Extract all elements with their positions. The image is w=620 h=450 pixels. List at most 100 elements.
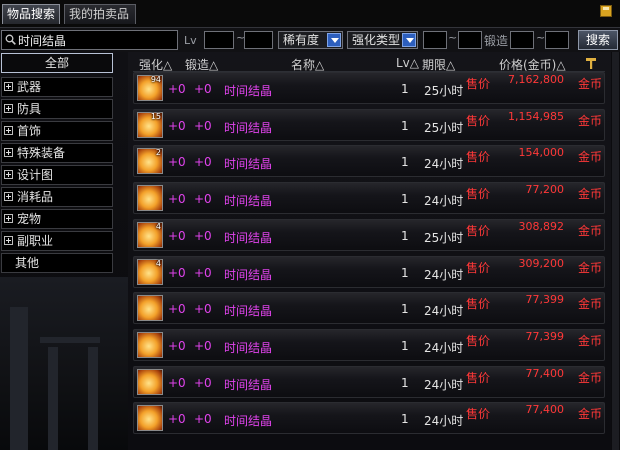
scroll-thumb[interactable] xyxy=(612,52,619,450)
category-consumable[interactable]: 消耗品 xyxy=(1,187,113,207)
table-row[interactable]: 4 +0 +0 时间结晶 1 25小时 售价 308,892 金币 xyxy=(133,218,605,251)
table-row[interactable]: 15 +0 +0 时间结晶 1 25小时 售价 1,154,985 金币 xyxy=(133,108,605,141)
category-label: 消耗品 xyxy=(17,190,54,204)
table-row[interactable]: 94 +0 +0 时间结晶 1 25小时 售价 7,162,800 金币 xyxy=(133,72,605,104)
table-row[interactable]: +0 +0 时间结晶 1 24小时 售价 77,200 金币 xyxy=(133,182,605,215)
enhance-value: +0 xyxy=(168,412,186,427)
time-crystal-icon[interactable]: 94 xyxy=(137,75,163,101)
column-name[interactable]: 名称△ xyxy=(291,56,324,73)
item-expire: 25小时 xyxy=(424,230,464,245)
item-expire: 24小时 xyxy=(424,414,464,429)
sale-label: 售价 xyxy=(466,333,491,348)
tab-item-search[interactable]: 物品搜索 xyxy=(2,4,60,24)
time-crystal-icon[interactable] xyxy=(137,185,163,212)
item-expire: 24小时 xyxy=(424,340,464,355)
category-weapon[interactable]: 武器 xyxy=(1,77,113,97)
forge-value: +0 xyxy=(194,412,212,427)
lv-max-input[interactable] xyxy=(244,31,273,49)
category-armor[interactable]: 防具 xyxy=(1,99,113,119)
column-enhance[interactable]: 强化△ xyxy=(139,56,172,73)
item-level: 1 xyxy=(401,155,409,170)
column-lv[interactable]: Lv△ xyxy=(396,56,419,70)
item-price: 7,162,800 xyxy=(508,73,564,86)
table-row[interactable]: +0 +0 时间结晶 1 24小时 售价 77,399 金币 xyxy=(133,328,605,361)
currency-label: 金币 xyxy=(577,223,602,238)
column-expire[interactable]: 期限△ xyxy=(422,56,455,73)
sale-label: 售价 xyxy=(466,113,491,128)
category-accessory[interactable]: 首饰 xyxy=(1,121,113,141)
enhance-tilde: ~ xyxy=(448,31,458,44)
search-input[interactable] xyxy=(18,32,174,48)
currency-label: 金币 xyxy=(577,407,602,422)
table-row[interactable]: +0 +0 时间结晶 1 24小时 售价 77,400 金币 xyxy=(133,402,605,435)
item-name: 时间结晶 xyxy=(224,304,273,319)
sale-label: 售价 xyxy=(466,187,491,202)
table-row[interactable]: +0 +0 时间结晶 1 24小时 售价 77,399 金币 xyxy=(133,292,605,325)
item-level: 1 xyxy=(401,228,409,243)
lv-label: Lv xyxy=(184,34,197,47)
forge-max-input[interactable] xyxy=(545,31,569,49)
hammer-icon[interactable] xyxy=(585,57,597,69)
item-expire: 24小时 xyxy=(424,267,464,282)
item-name: 时间结晶 xyxy=(224,157,273,172)
search-bar: Lv ~ 稀有度 强化类型 ~ 锻造 ~ 搜索 xyxy=(0,28,620,52)
time-crystal-icon[interactable] xyxy=(137,295,163,322)
item-level: 1 xyxy=(401,265,409,280)
chevron-down-icon xyxy=(327,33,341,47)
table-row[interactable]: +0 +0 时间结晶 1 24小时 售价 77,400 金币 xyxy=(133,365,605,398)
category-special-equipment[interactable]: 特殊装备 xyxy=(1,143,113,163)
time-crystal-icon[interactable] xyxy=(137,368,163,395)
item-level: 1 xyxy=(401,82,409,96)
forge-min-input[interactable] xyxy=(510,31,534,49)
category-label: 首饰 xyxy=(17,124,42,138)
sale-label: 售价 xyxy=(466,77,491,91)
time-crystal-icon[interactable]: 15 xyxy=(137,111,163,138)
enhance-max-input[interactable] xyxy=(458,31,482,49)
forge-value: +0 xyxy=(194,265,212,280)
table-header: 强化△ 锻造△ 名称△ Lv△ 期限△ 价格(金币)△ xyxy=(133,56,605,72)
category-other[interactable]: 其他 xyxy=(1,253,113,273)
enhance-value: +0 xyxy=(168,155,186,170)
sale-label: 售价 xyxy=(466,223,491,238)
category-all[interactable]: 全部 xyxy=(1,53,113,73)
time-crystal-icon[interactable]: 4 xyxy=(137,258,163,285)
rarity-select-label: 稀有度 xyxy=(283,33,320,47)
search-icon xyxy=(5,34,16,45)
category-pet[interactable]: 宠物 xyxy=(1,209,113,229)
category-label: 特殊装备 xyxy=(17,146,66,160)
time-crystal-icon[interactable]: 2 xyxy=(137,148,163,175)
forge-tilde: ~ xyxy=(536,31,546,44)
chevron-down-icon xyxy=(402,33,416,47)
enhance-value: +0 xyxy=(168,265,186,280)
sale-label: 售价 xyxy=(466,407,491,422)
tab-my-auctions[interactable]: 我的拍卖品 xyxy=(64,4,136,24)
category-label: 武器 xyxy=(17,80,42,94)
table-row[interactable]: 4 +0 +0 时间结晶 1 24小时 售价 309,200 金币 xyxy=(133,255,605,288)
scrollbar[interactable] xyxy=(611,52,620,450)
auction-window: 物品搜索 我的拍卖品 Lv ~ 稀有度 强化类型 ~ 锻造 ~ 搜索 xyxy=(0,0,620,450)
enhance-value: +0 xyxy=(168,338,186,353)
search-box[interactable] xyxy=(1,30,178,50)
background-scenery xyxy=(0,277,128,450)
stack-count: 4 xyxy=(155,258,161,268)
column-forge[interactable]: 锻造△ xyxy=(185,56,218,73)
enhance-type-select[interactable]: 强化类型 xyxy=(347,31,418,49)
time-crystal-icon[interactable]: 4 xyxy=(137,221,163,248)
lv-min-input[interactable] xyxy=(204,31,234,49)
item-price: 154,000 xyxy=(518,146,565,160)
expand-icon xyxy=(4,214,13,223)
table-row[interactable]: 2 +0 +0 时间结晶 1 24小时 售价 154,000 金币 xyxy=(133,145,605,178)
category-sub-profession[interactable]: 副职业 xyxy=(1,231,113,251)
time-crystal-icon[interactable] xyxy=(137,331,163,358)
enhance-value: +0 xyxy=(168,118,186,133)
rarity-select[interactable]: 稀有度 xyxy=(278,31,343,49)
category-blueprint[interactable]: 设计图 xyxy=(1,165,113,185)
enhance-min-input[interactable] xyxy=(423,31,447,49)
column-price[interactable]: 价格(金币)△ xyxy=(499,56,566,73)
currency-label: 金币 xyxy=(577,370,602,385)
disk-icon[interactable] xyxy=(600,5,612,17)
enhance-value: +0 xyxy=(168,192,186,207)
sale-label: 售价 xyxy=(466,297,491,312)
search-button[interactable]: 搜索 xyxy=(578,30,618,50)
time-crystal-icon[interactable] xyxy=(137,405,163,432)
